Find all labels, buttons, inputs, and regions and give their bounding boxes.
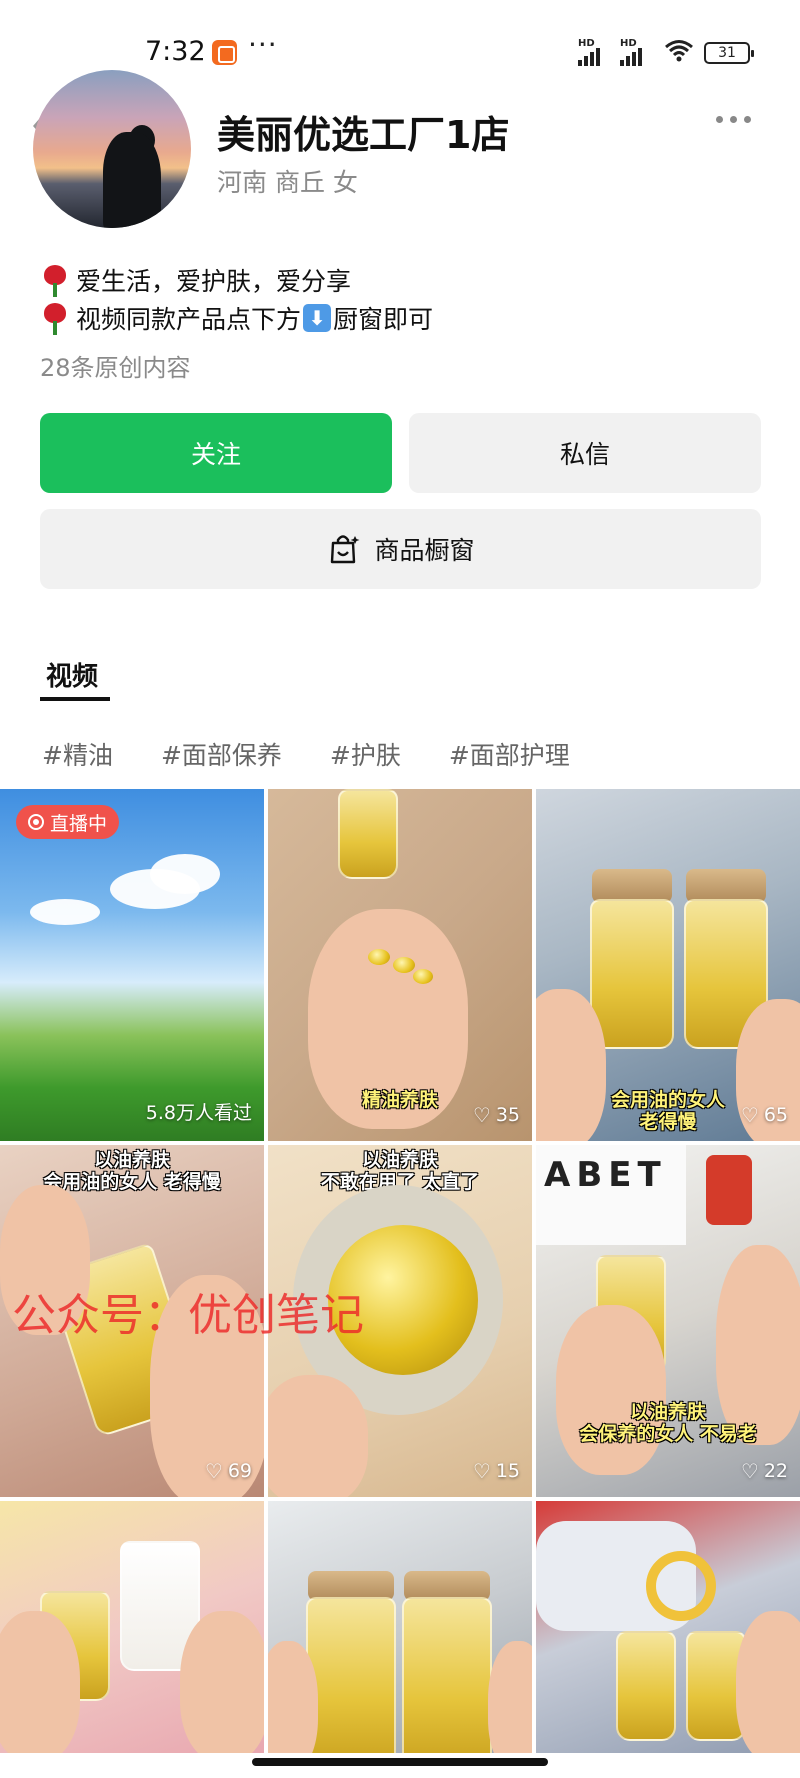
live-label: 直播中	[50, 812, 108, 835]
hashtag-item[interactable]: #精油	[42, 736, 113, 772]
rose-icon	[40, 301, 70, 335]
video-thumbnail[interactable]	[0, 1501, 264, 1753]
avatar-figure-body	[103, 132, 161, 228]
heart-icon: ♡	[472, 1103, 491, 1127]
heart-icon: ♡	[740, 1459, 759, 1483]
like-count: ♡ 65	[740, 1103, 788, 1127]
app-notification-icon	[212, 40, 237, 65]
hashtag-list: #精油 #面部保养 #护肤 #面部护理	[42, 736, 570, 772]
tab-video[interactable]: 视频	[46, 656, 98, 693]
more-options-icon[interactable]	[716, 116, 756, 126]
heart-icon: ♡	[472, 1459, 491, 1483]
signal-icon-2	[620, 48, 642, 66]
bio-text-2: 视频同款产品点下方	[76, 305, 302, 334]
like-count: ♡ 15	[472, 1459, 520, 1483]
wifi-icon	[665, 40, 693, 62]
like-count: ♡ 22	[740, 1459, 788, 1483]
avatar[interactable]	[33, 70, 191, 228]
shopping-bag-icon	[331, 535, 360, 564]
live-badge: 直播中	[16, 805, 120, 839]
bio-line-1: 爱生活，爱护肤，爱分享	[40, 262, 351, 298]
profile-location: 河南 商丘 女	[217, 168, 358, 197]
video-thumbnail-live[interactable]: 直播中 5.8万人看过	[0, 789, 264, 1141]
video-thumbnail[interactable]: ABET 以油养肤 会保养的女人 不易老 ♡ 22	[536, 1145, 800, 1497]
follow-button[interactable]: 关注	[40, 413, 392, 493]
original-content-count: 28条原创内容	[40, 354, 191, 382]
live-icon	[28, 814, 44, 830]
bio-line-2: 视频同款产品点下方 ⬇ 厨窗即可	[40, 300, 433, 336]
rose-icon	[40, 263, 70, 297]
video-thumbnail[interactable]: 会用油的女人 老得慢 ♡ 65	[536, 789, 800, 1141]
message-label: 私信	[559, 440, 610, 469]
down-arrow-icon: ⬇	[303, 304, 332, 332]
brand-card-text: ABET	[544, 1155, 667, 1195]
video-caption: 以油养肤 会保养的女人 不易老	[579, 1401, 757, 1445]
signal-icon-1	[578, 48, 600, 66]
tab-active-indicator	[40, 697, 110, 701]
bio-text-1: 爱生活，爱护肤，爱分享	[76, 267, 352, 296]
shop-window-button[interactable]: 商品橱窗	[40, 509, 761, 589]
watermark-overlay: 公众号：优创笔记	[12, 1290, 364, 1341]
heart-icon: ♡	[740, 1103, 759, 1127]
like-count: ♡ 69	[204, 1459, 252, 1483]
like-count: ♡ 35	[472, 1103, 520, 1127]
video-thumbnail[interactable]	[268, 1501, 532, 1753]
hashtag-item[interactable]: #面部保养	[161, 736, 282, 772]
shop-window-label: 商品橱窗	[374, 536, 475, 565]
bio-text-3: 厨窗即可	[333, 305, 434, 334]
home-indicator[interactable]	[252, 1758, 548, 1766]
hashtag-item[interactable]: #面部护理	[449, 736, 570, 772]
status-more-indicator: ···	[248, 28, 278, 61]
video-thumbnail[interactable]: 精油养肤 ♡ 35	[268, 789, 532, 1141]
hashtag-item[interactable]: #护肤	[330, 736, 401, 772]
status-time: 7:32	[145, 36, 206, 67]
video-thumbnail[interactable]	[536, 1501, 800, 1753]
follow-label: 关注	[190, 440, 241, 469]
message-button[interactable]: 私信	[409, 413, 761, 493]
view-count: 5.8万人看过	[145, 1102, 252, 1124]
heart-icon: ♡	[204, 1459, 223, 1483]
profile-name: 美丽优选工厂1店	[217, 113, 510, 157]
battery-indicator: 31	[704, 42, 754, 64]
